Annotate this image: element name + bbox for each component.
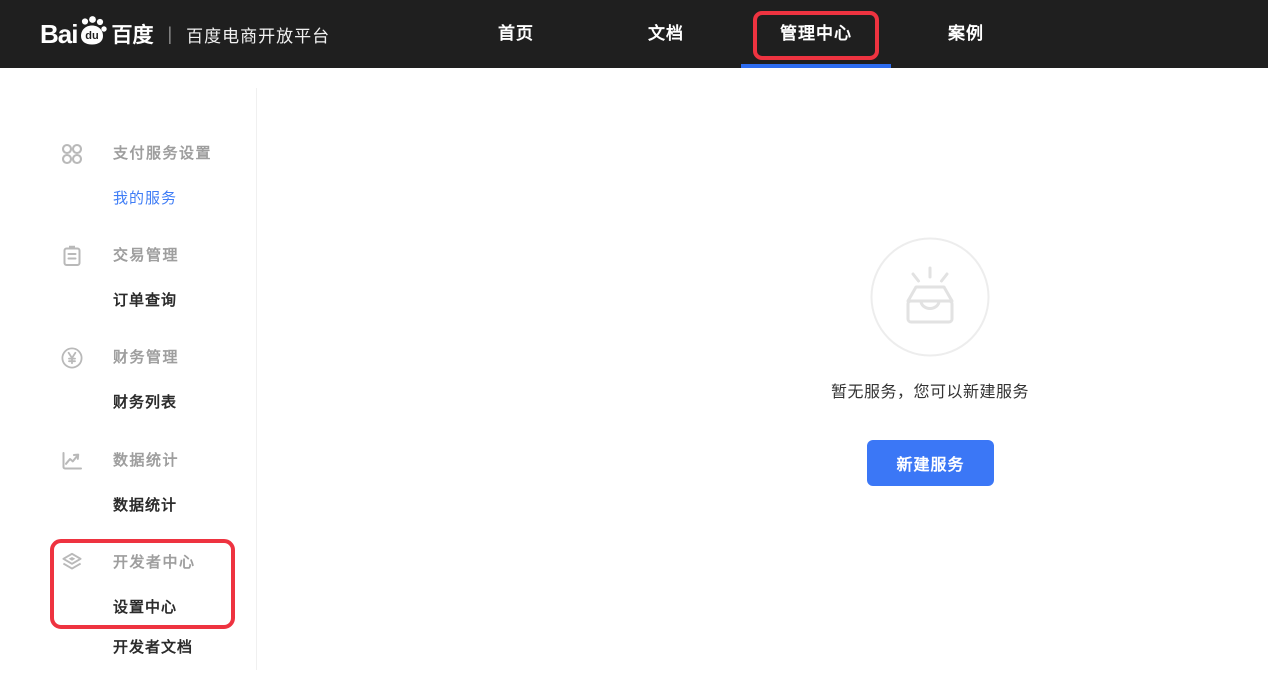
baidu-paw-icon: du (75, 14, 109, 48)
sidebar-item-data-statistics[interactable]: 数据统计 (113, 496, 177, 516)
grid-icon (60, 142, 84, 166)
logo-text-bai: Bai (40, 19, 77, 50)
active-tab-underline (741, 64, 891, 68)
yen-circle-icon (60, 346, 84, 370)
sidebar-group-data-statistics: 数据统计 (113, 451, 179, 471)
sidebar-item-developer-docs[interactable]: 开发者文档 (113, 638, 193, 658)
platform-title: 百度电商开放平台 (186, 22, 330, 47)
sidebar-item-finance-list[interactable]: 财务列表 (113, 393, 177, 413)
empty-state-message: 暂无服务，您可以新建服务 (770, 378, 1090, 402)
nav-tab-home[interactable]: 首页 (441, 0, 591, 68)
page: Bai du 百度 | 百度电商开放平台 首页 文档 管理中心 案例 支付服务设… (0, 0, 1268, 695)
sidebar-item-settings-center[interactable]: 设置中心 (113, 598, 177, 618)
sidebar-group-trade-management: 交易管理 (113, 246, 179, 266)
create-service-button[interactable]: 新建服务 (867, 440, 994, 486)
layers-icon (60, 551, 84, 575)
chart-trend-icon (60, 449, 84, 473)
nav-tab-cases[interactable]: 案例 (891, 0, 1041, 68)
logo-text-cn: 百度 (111, 19, 153, 49)
sidebar-group-payment-settings: 支付服务设置 (113, 144, 212, 164)
nav-tab-management-center[interactable]: 管理中心 (741, 0, 891, 68)
logo-divider: | (167, 24, 172, 45)
top-navbar: Bai du 百度 | 百度电商开放平台 首页 文档 管理中心 案例 (0, 0, 1268, 68)
sidebar-group-developer-center: 开发者中心 (113, 553, 196, 573)
sidebar-group-finance-management: 财务管理 (113, 348, 179, 368)
sidebar-item-my-services[interactable]: 我的服务 (113, 189, 177, 209)
sidebar-divider (256, 88, 257, 670)
baidu-logo[interactable]: Bai du 百度 | 百度电商开放平台 (40, 0, 330, 68)
nav-tab-docs[interactable]: 文档 (591, 0, 741, 68)
sidebar-item-order-query[interactable]: 订单查询 (113, 291, 177, 311)
svg-text:du: du (86, 30, 99, 42)
empty-inbox-icon (868, 235, 992, 359)
clipboard-icon (60, 244, 84, 268)
